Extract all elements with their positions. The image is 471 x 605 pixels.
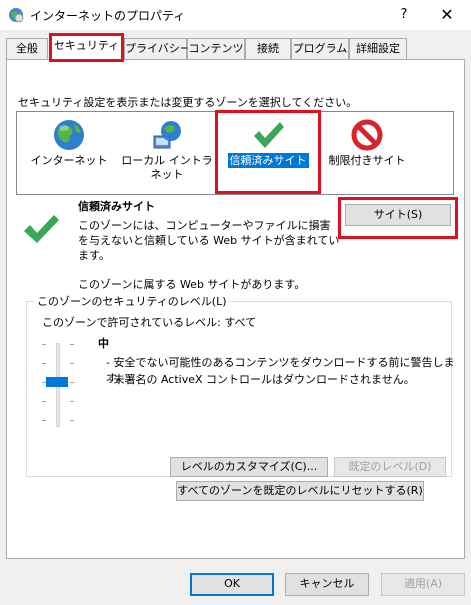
tab-programs[interactable]: プログラム (291, 38, 349, 59)
ok-button[interactable]: OK (190, 573, 274, 596)
slider-tick (42, 344, 46, 345)
slider-tick (70, 363, 74, 364)
apply-button[interactable]: 適用(A) (381, 573, 465, 596)
reset-all-zones-button[interactable]: すべてのゾーンを既定のレベルにリセットする(R) (176, 481, 424, 501)
sites-button[interactable]: サイト(S) (345, 204, 451, 226)
slider-tick (70, 382, 74, 383)
internet-options-icon (9, 8, 24, 23)
slider-tick (42, 382, 46, 383)
checkmark-icon (254, 122, 284, 148)
security-level-name: 中 (98, 337, 109, 350)
window-title: インターネットのプロパティ (30, 9, 186, 23)
slider-tick (70, 401, 74, 402)
customize-level-button[interactable]: レベルのカスタマイズ(C)... (170, 457, 328, 477)
tab-content[interactable]: コンテンツ (187, 38, 245, 59)
default-level-button[interactable]: 既定のレベル(D) (334, 457, 446, 477)
slider-tick (70, 420, 74, 421)
tab-security[interactable]: セキュリティ (49, 33, 124, 62)
slider-tick (70, 344, 74, 345)
selected-zone-description: このゾーンには、コンピューターやファイルに損害を与えないと信頼している Web … (78, 219, 340, 262)
tab-connections[interactable]: 接続 (245, 38, 291, 59)
security-level-legend: このゾーンのセキュリティのレベル(L) (34, 293, 230, 309)
zone-trusted-sites[interactable]: 信頼済みサイト (215, 110, 321, 194)
zone-internet[interactable]: インターネット (21, 112, 117, 192)
zone-instruction: セキュリティ設定を表示または変更するゾーンを選択してください。 (18, 96, 358, 109)
slider-tick (42, 363, 46, 364)
zone-internet-label: インターネット (30, 154, 108, 167)
zone-list: インターネット ローカル イントラネット 信頼済みサイト 制限付きサイト (16, 110, 454, 195)
allowed-level-text: このゾーンで許可されているレベル: すべて (42, 316, 257, 329)
tab-privacy[interactable]: プライバシー (124, 38, 191, 59)
cancel-button[interactable]: キャンセル (285, 573, 369, 596)
tab-general[interactable]: 全般 (6, 38, 48, 59)
zone-has-sites-note: このゾーンに属する Web サイトがあります。 (78, 278, 306, 291)
prohibited-icon (351, 119, 383, 151)
zone-restricted-sites[interactable]: 制限付きサイト (319, 112, 415, 192)
close-button[interactable]: ✕ (434, 4, 460, 26)
level-bullet: - 未署名の ActiveX コントロールはダウンロードされません。 (106, 373, 415, 386)
slider-tick (42, 401, 46, 402)
zone-local-intranet[interactable]: ローカル イントラネット (117, 112, 217, 192)
zone-local-intranet-label: ローカル イントラネット (121, 154, 213, 181)
help-button[interactable]: ? (392, 4, 416, 26)
globe-icon (54, 120, 84, 150)
security-level-slider-thumb[interactable] (46, 377, 68, 387)
zone-restricted-sites-label: 制限付きサイト (328, 154, 406, 167)
zone-trusted-sites-label: 信頼済みサイト (227, 153, 309, 168)
tab-advanced[interactable]: 詳細設定 (349, 38, 407, 59)
slider-tick (42, 420, 46, 421)
checkmark-icon (24, 215, 59, 243)
selected-zone-name: 信頼済みサイト (78, 200, 155, 213)
title-bar: インターネットのプロパティ ? ✕ (0, 0, 471, 30)
intranet-globe-icon (153, 121, 181, 149)
